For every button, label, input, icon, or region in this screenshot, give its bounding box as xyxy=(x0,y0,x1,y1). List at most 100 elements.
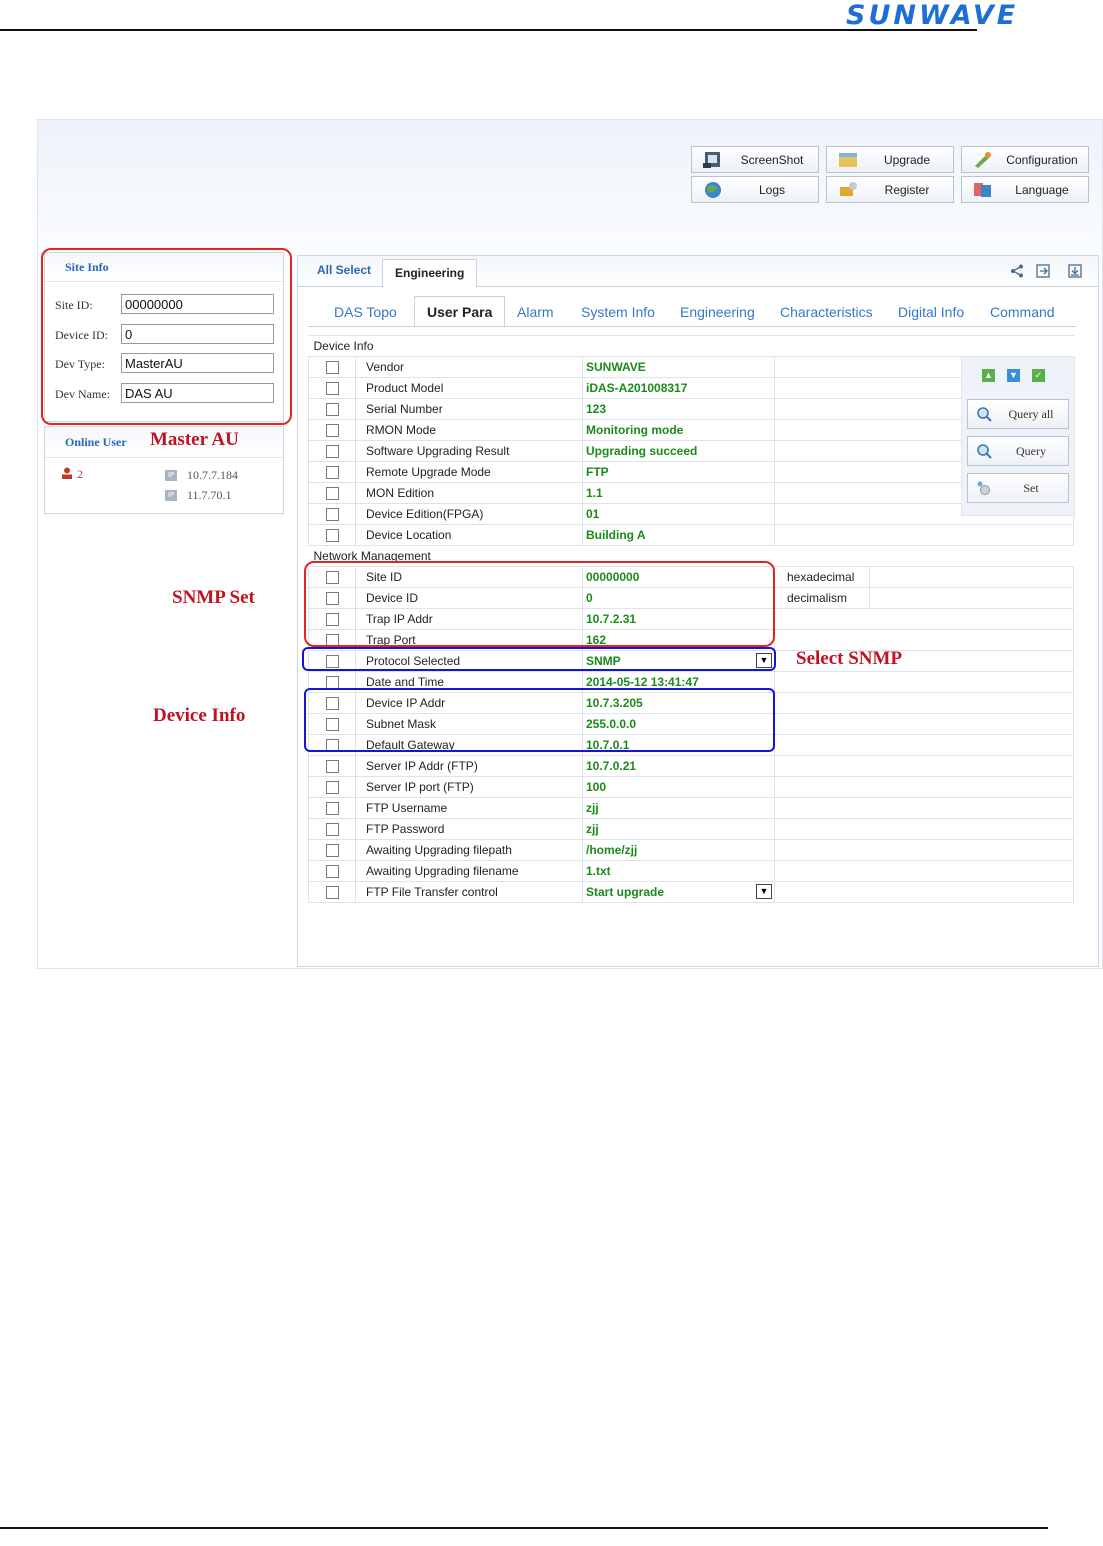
chevron-down-icon[interactable]: ▼ xyxy=(756,884,772,899)
language-button[interactable]: Language xyxy=(961,176,1089,203)
tab-alarm[interactable]: Alarm xyxy=(517,304,554,320)
online-user-count: 2 xyxy=(61,467,83,482)
param-value: FTP xyxy=(582,461,775,483)
param-unit: hexadecimal xyxy=(775,567,870,587)
toolbar: ScreenShot Upgrade Configuration Logs Re… xyxy=(691,146,1091,204)
row-checkbox[interactable] xyxy=(325,508,339,522)
annotation-master-au: Master AU xyxy=(150,429,239,450)
param-row: RMON Mode Monitoring mode xyxy=(308,419,1074,441)
param-row: FTP Username zjj xyxy=(308,797,1074,819)
param-row: Awaiting Upgrading filepath/home/zjj xyxy=(308,839,1074,861)
row-select-cell xyxy=(308,818,356,840)
tab-engineering[interactable]: Engineering xyxy=(382,259,478,288)
param-value: Building A xyxy=(582,524,775,546)
param-value-text: 2014-05-12 13:41:47 xyxy=(586,675,699,689)
param-row: FTP Password zjj xyxy=(308,818,1074,840)
screenshot-icon xyxy=(703,151,720,168)
footer-rule xyxy=(0,1527,1048,1529)
query-button[interactable]: Query xyxy=(967,436,1069,466)
param-value: 1.1 xyxy=(582,482,775,504)
param-name: Serial Number xyxy=(355,398,583,420)
param-name: Vendor xyxy=(355,356,583,378)
param-name: FTP Username xyxy=(355,797,583,819)
tab-command[interactable]: Command xyxy=(990,304,1055,320)
param-row: Server IP Addr (FTP) 10.7.0.21 xyxy=(308,755,1074,777)
section-device-info: Device Info xyxy=(308,335,1074,357)
unit-cell: hexadecimal xyxy=(775,567,1073,587)
param-value-text: Upgrading succeed xyxy=(586,444,698,458)
tab-user-para[interactable]: User Para xyxy=(414,296,506,328)
param-extra xyxy=(774,734,1074,756)
param-extra xyxy=(774,839,1074,861)
row-checkbox[interactable] xyxy=(325,844,339,858)
param-value: zjj xyxy=(582,818,775,840)
param-value-text: 10.7.0.21 xyxy=(586,759,637,773)
upload-icon[interactable]: ▲ xyxy=(982,369,995,382)
param-extra xyxy=(774,818,1074,840)
param-value-text: zjj xyxy=(586,822,599,836)
row-checkbox[interactable] xyxy=(325,424,339,438)
upgrade-button[interactable]: Upgrade xyxy=(826,146,954,173)
tab-characteristics[interactable]: Characteristics xyxy=(780,304,873,320)
tab-all-select[interactable]: All Select xyxy=(317,263,371,277)
user-icon xyxy=(62,467,72,479)
configuration-label: Configuration xyxy=(1006,152,1078,167)
row-checkbox[interactable] xyxy=(325,403,339,417)
tab-das-topo[interactable]: DAS Topo xyxy=(334,304,397,320)
configuration-button[interactable]: Configuration xyxy=(961,146,1089,173)
param-value: 100 xyxy=(582,776,775,798)
query-all-button[interactable]: Query all xyxy=(967,399,1069,429)
action-panel: ▲ ▼ ✓ Query all Query Set xyxy=(961,356,1075,516)
param-extra xyxy=(774,755,1074,777)
row-checkbox[interactable] xyxy=(325,487,339,501)
download-icon[interactable] xyxy=(1068,264,1082,278)
export-icon[interactable] xyxy=(1036,264,1050,278)
row-checkbox[interactable] xyxy=(325,886,339,900)
param-name: Awaiting Upgrading filename xyxy=(355,860,583,882)
param-row: Remote Upgrade Mode FTP xyxy=(308,461,1074,483)
param-value-text: Monitoring mode xyxy=(586,423,684,437)
tab-digital-info[interactable]: Digital Info xyxy=(898,304,964,320)
row-select-cell xyxy=(308,356,356,378)
row-checkbox[interactable] xyxy=(325,760,339,774)
download-action-icon[interactable]: ▼ xyxy=(1007,369,1020,382)
row-checkbox[interactable] xyxy=(325,466,339,480)
ip-icon: IP xyxy=(165,469,177,481)
register-button[interactable]: Register xyxy=(826,176,954,203)
param-value-text: FTP xyxy=(586,465,609,479)
row-checkbox[interactable] xyxy=(325,382,339,396)
upgrade-icon xyxy=(839,152,857,167)
configuration-icon xyxy=(975,151,991,168)
set-button[interactable]: Set xyxy=(967,473,1069,503)
row-checkbox[interactable] xyxy=(325,823,339,837)
param-name: Software Upgrading Result xyxy=(355,440,583,462)
param-select[interactable]: Start upgrade ▼ xyxy=(582,881,775,903)
upgrade-label: Upgrade xyxy=(883,152,931,167)
param-extra xyxy=(774,671,1074,693)
screenshot-button[interactable]: ScreenShot xyxy=(691,146,819,173)
row-checkbox[interactable] xyxy=(325,781,339,795)
online-user-count-value: 2 xyxy=(77,467,83,481)
row-checkbox[interactable] xyxy=(325,361,339,375)
param-value-text: 01 xyxy=(586,507,600,521)
param-extra xyxy=(774,797,1074,819)
tab-system-info[interactable]: System Info xyxy=(581,304,655,320)
share-icon[interactable] xyxy=(1010,264,1024,278)
logs-button[interactable]: Logs xyxy=(691,176,819,203)
unit-cell: decimalism xyxy=(775,588,1073,608)
param-value: Monitoring mode xyxy=(582,419,775,441)
row-checkbox[interactable] xyxy=(325,529,339,543)
check-all-icon[interactable]: ✓ xyxy=(1032,369,1045,382)
param-name: Product Model xyxy=(355,377,583,399)
param-name: RMON Mode xyxy=(355,419,583,441)
param-row: Device Edition(FPGA) 01 xyxy=(308,503,1074,525)
set-label: Set xyxy=(1023,480,1039,495)
online-ip-item: IP 11.7.70.1 xyxy=(165,485,238,505)
row-checkbox[interactable] xyxy=(325,802,339,816)
param-value: iDAS-A201008317 xyxy=(582,377,775,399)
row-checkbox[interactable] xyxy=(325,445,339,459)
sunwave-logo: SUNWAVE xyxy=(846,0,1019,31)
param-row: Vendor SUNWAVE xyxy=(308,356,1074,378)
row-checkbox[interactable] xyxy=(325,865,339,879)
tab-engineering-inner[interactable]: Engineering xyxy=(680,304,755,320)
